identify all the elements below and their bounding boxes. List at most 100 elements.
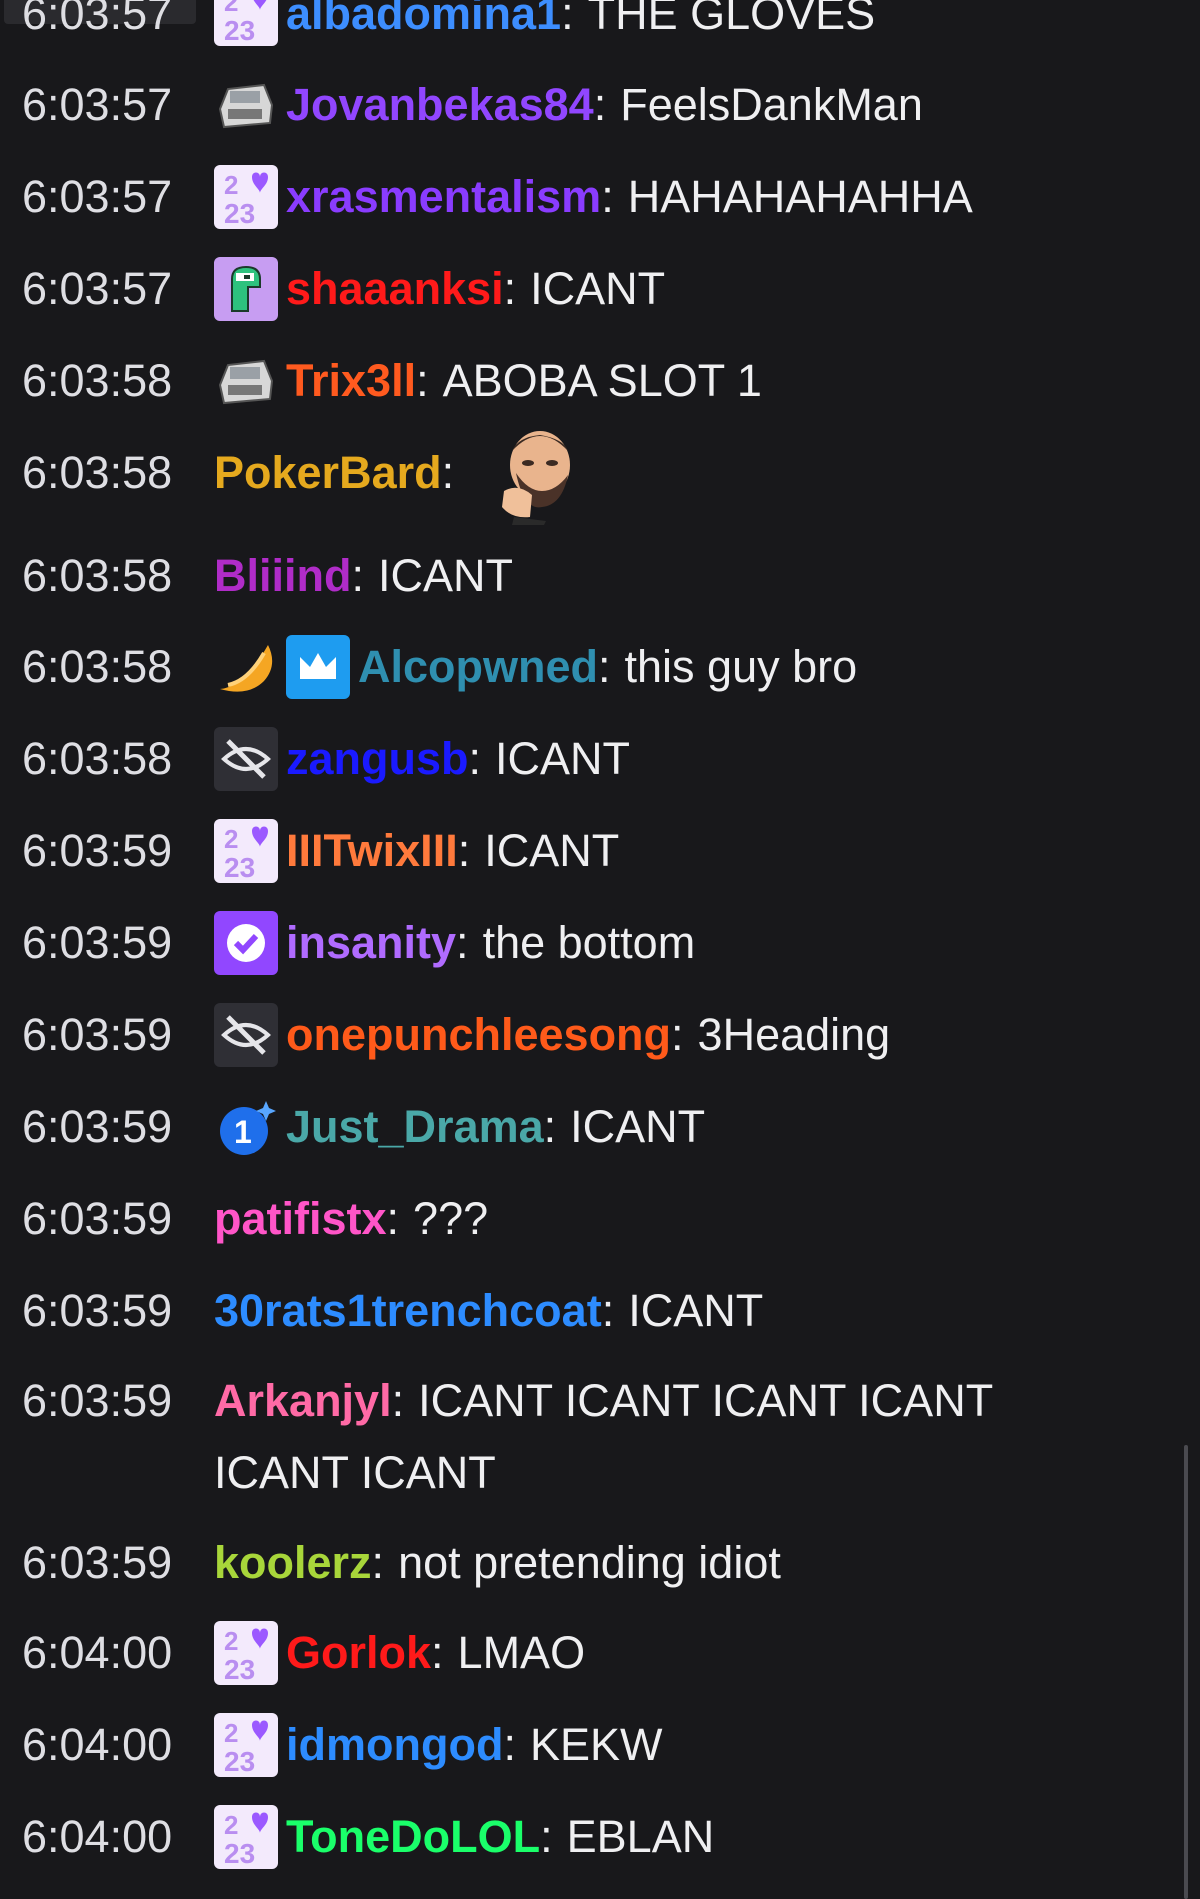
timestamp: 6:03:58 (22, 550, 173, 601)
timestamp: 6:03:59 (22, 1285, 173, 1336)
colon: : (431, 1627, 444, 1678)
message-text: THE GLOVES (587, 0, 876, 39)
cash-register-badge[interactable] (214, 349, 278, 413)
timestamp: 6:03:59 (22, 825, 173, 876)
message-text: ICANT ICANT ICANT ICANT (418, 1375, 994, 1426)
colon: : (601, 171, 614, 222)
username[interactable]: Jovanbekas84 (286, 69, 594, 141)
username[interactable]: albadomina1 (286, 0, 561, 50)
username[interactable]: Alcopwned (358, 631, 598, 703)
username[interactable]: ToneDoLOL (286, 1801, 540, 1873)
timestamp: 6:04:00 (22, 1627, 173, 1678)
sub-2023-badge[interactable]: 2 23 (214, 0, 278, 46)
timestamp: 6:04:00 (22, 1811, 173, 1862)
message-text: this guy bro (624, 641, 858, 692)
colon: : (598, 641, 611, 692)
message-text: ??? (413, 1193, 489, 1244)
face-emote[interactable] (484, 421, 588, 525)
sub-2023-badge[interactable]: 2 23 (214, 1713, 278, 1777)
username[interactable]: xrasmentalism (286, 161, 601, 233)
colon: : (441, 447, 455, 498)
svg-text:23: 23 (224, 1654, 255, 1685)
message-text: KEKW (529, 1719, 663, 1770)
colon: : (561, 0, 574, 39)
username[interactable]: zangusb (286, 723, 469, 795)
timestamp: 6:03:58 (22, 447, 173, 498)
svg-text:2: 2 (224, 1626, 238, 1656)
hidden-eye-badge[interactable] (214, 1003, 278, 1067)
username[interactable]: 30rats1trenchcoat (214, 1275, 602, 1347)
timestamp: 6:03:57 (22, 0, 173, 39)
one-month-badge[interactable]: 1 (214, 1095, 278, 1159)
hidden-eye-badge[interactable] (214, 727, 278, 791)
svg-text:2: 2 (224, 1718, 238, 1748)
colon: : (543, 1101, 557, 1152)
svg-text:23: 23 (224, 1746, 255, 1777)
username[interactable]: insanity (286, 907, 456, 979)
username[interactable]: idmongod (286, 1709, 503, 1781)
timestamp: 6:04:00 (22, 1719, 173, 1770)
colon: : (503, 263, 517, 314)
message-text: FeelsDankMan (620, 79, 923, 130)
username[interactable]: PokerBard (214, 437, 442, 509)
chat-message: 6:03:59 Arkanjyl : ICANT ICANT ICANT ICA… (0, 1365, 1180, 1509)
username[interactable]: Gorlok (286, 1617, 431, 1689)
orange-slice-badge[interactable] (214, 635, 278, 699)
colon: : (386, 1193, 400, 1244)
chat-scrollbar[interactable] (1184, 1445, 1188, 1899)
timestamp: 6:03:59 (22, 1375, 173, 1426)
crown-badge[interactable] (286, 635, 350, 699)
message-text: ICANT (378, 550, 513, 601)
message-text: the bottom (482, 917, 696, 968)
message-text: 3Heading (697, 1009, 891, 1060)
timestamp: 6:03:59 (22, 1537, 173, 1588)
sub-2023-badge[interactable]: 2 23 (214, 1805, 278, 1869)
colon: : (391, 1375, 405, 1426)
message-text: ICANT (570, 1101, 706, 1152)
sub-2023-badge[interactable]: 2 23 (214, 1621, 278, 1685)
timestamp: 6:03:57 (22, 171, 173, 222)
message-text: not pretending idiot (398, 1537, 781, 1588)
svg-text:1: 1 (234, 1114, 252, 1150)
username[interactable]: patifistx (214, 1183, 387, 1255)
username[interactable]: onepunchleesong (286, 999, 671, 1071)
username[interactable]: shaaanksi (286, 253, 504, 325)
svg-text:23: 23 (224, 852, 255, 883)
colon: : (540, 1811, 553, 1862)
svg-text:23: 23 (224, 198, 255, 229)
username[interactable]: Just_Drama (286, 1091, 544, 1163)
colon: : (456, 917, 469, 968)
colon: : (468, 733, 482, 784)
username[interactable]: Arkanjyl (214, 1365, 392, 1437)
sub-2023-badge[interactable]: 2 23 (214, 819, 278, 883)
message-text-continued: ICANT ICANT (214, 1447, 496, 1498)
message-text: ICANT (495, 733, 631, 784)
sub-2023-badge[interactable]: 2 23 (214, 165, 278, 229)
svg-text:2: 2 (224, 1810, 238, 1840)
message-text: LMAO (457, 1627, 586, 1678)
timestamp: 6:03:58 (22, 355, 173, 406)
username[interactable]: Bliiind (214, 540, 351, 612)
colon: : (371, 1537, 385, 1588)
timestamp: 6:03:59 (22, 1193, 173, 1244)
svg-text:23: 23 (224, 15, 255, 46)
message-text: ICANT (484, 825, 620, 876)
svg-text:23: 23 (224, 1838, 255, 1869)
username[interactable]: IIITwixIII (286, 815, 458, 887)
colon: : (671, 1009, 684, 1060)
timestamp: 6:03:59 (22, 1101, 173, 1152)
username[interactable]: koolerz (214, 1527, 372, 1599)
chat-log: 6:03:57 2 23 albadomina1 : THE GLOVES 6:0… (0, 0, 1200, 1899)
verified-badge[interactable] (214, 911, 278, 975)
colon: : (503, 1719, 516, 1770)
timestamp: 6:03:57 (22, 263, 173, 314)
colon: : (416, 355, 429, 406)
dino-badge[interactable] (214, 257, 278, 321)
message-text: ICANT (628, 1285, 764, 1336)
colon: : (457, 825, 471, 876)
cash-register-badge[interactable] (214, 73, 278, 137)
timestamp: 6:03:58 (22, 733, 173, 784)
timestamp: 6:03:59 (22, 917, 173, 968)
username[interactable]: Trix3ll (286, 345, 416, 417)
svg-text:2: 2 (224, 824, 238, 854)
